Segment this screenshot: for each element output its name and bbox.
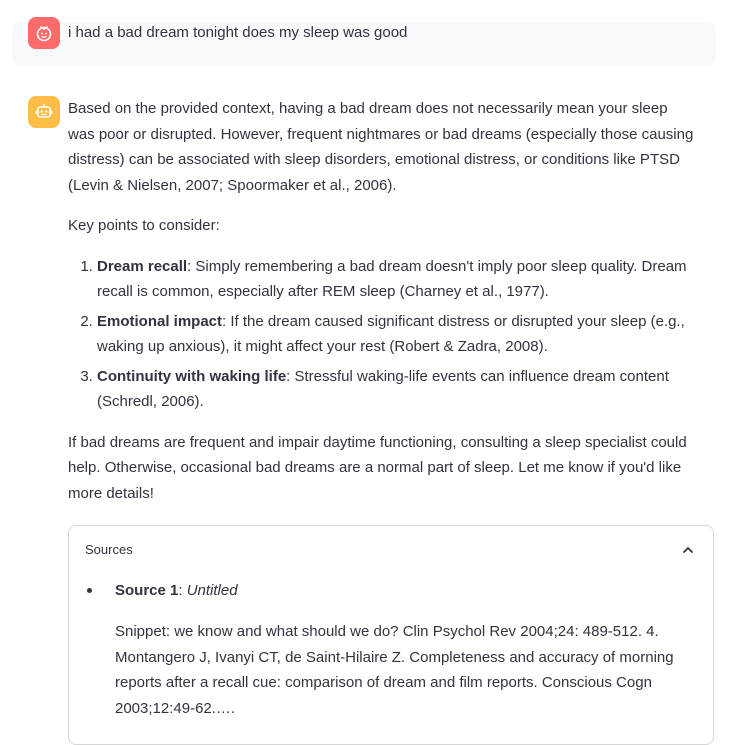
source-name: Untitled [186,582,238,599]
assistant-avatar [28,96,60,128]
key-points-heading: Key points to consider: [68,217,220,234]
chevron-up-icon[interactable] [681,543,695,557]
point-title: Emotional impact [97,312,223,330]
source-snippet: Snippet: we know and what should we do? … [115,623,674,717]
key-points-list: Dream recall: Simply remembering a bad d… [68,254,698,415]
assistant-conclusion: If bad dreams are frequent and impair da… [68,433,687,502]
user-message-text: i had a bad dream tonight does my sleep … [68,24,408,41]
list-item: Dream recall: Simply remembering a bad d… [97,254,698,305]
list-item: Emotional impact: If the dream caused si… [97,309,698,360]
source-separator: : [178,582,187,599]
source-title: Source 1: Untitled [115,578,238,603]
user-face-icon [36,26,52,42]
sources-header[interactable]: Sources [85,540,133,560]
user-message: i had a bad dream tonight does my sleep … [12,17,716,65]
sources-expander[interactable]: Sources Source 1: Untitled Snippet: we k… [68,525,714,745]
bullet-icon [87,588,92,593]
list-item: Continuity with waking life: Stressful w… [97,364,698,415]
source-label: Source 1 [115,582,179,599]
assistant-intro: Based on the provided context, having a … [68,100,694,194]
point-title: Dream recall [97,257,188,275]
robot-icon [35,103,53,118]
user-avatar [28,17,60,49]
point-title: Continuity with waking life [97,367,287,385]
assistant-message: Based on the provided context, having a … [68,96,698,521]
